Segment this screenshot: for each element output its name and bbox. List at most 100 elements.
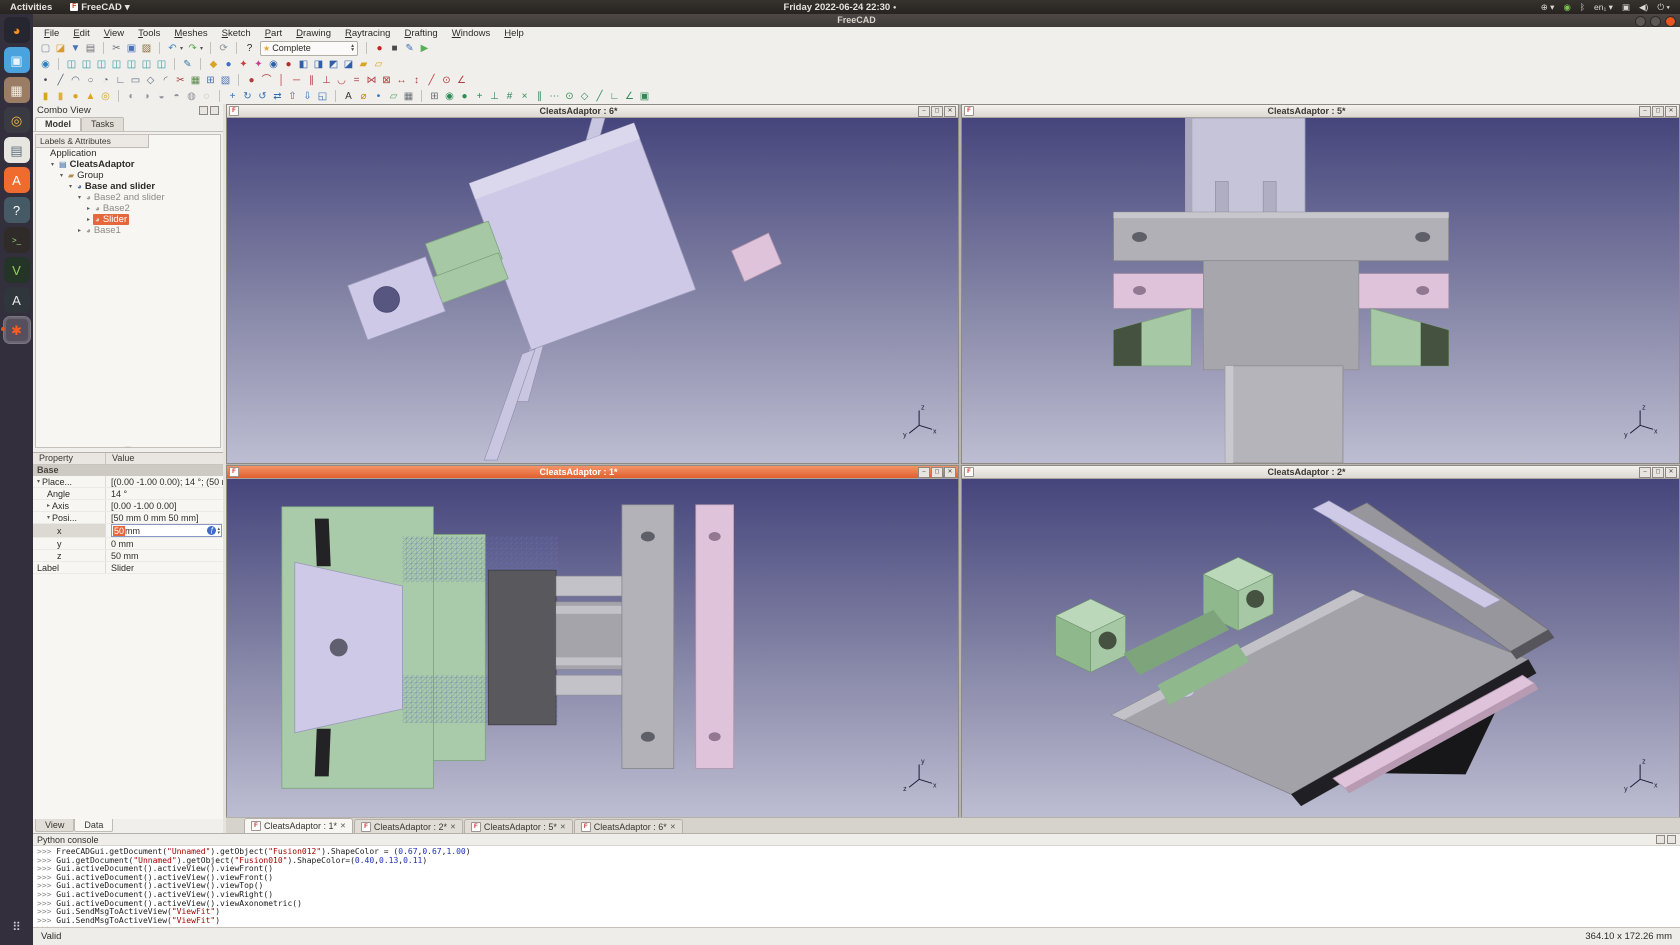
window-close-button[interactable]: [1665, 16, 1676, 27]
edit-undo-button[interactable]: ↶: [166, 42, 179, 55]
view-refresh-button[interactable]: ⟳: [217, 42, 230, 55]
3d-view-top[interactable]: yxz: [227, 479, 958, 817]
tree-item-base2-and-slider[interactable]: ▾◕Base2 and slider: [36, 192, 220, 203]
macro-execute-button[interactable]: ▶: [418, 42, 431, 55]
property-row-place[interactable]: ▾Place...[(0.00 -1.00 0.00); 14 °; (50 m…: [33, 476, 223, 488]
3d-view-front[interactable]: zxy: [962, 118, 1679, 463]
tree-item-group[interactable]: ▾▰Group: [36, 170, 220, 181]
sketch-trim-button[interactable]: ✂: [174, 74, 187, 87]
close-icon[interactable]: ✕: [944, 106, 956, 117]
edit-redo-dropdown[interactable]: ▾: [200, 45, 203, 52]
value-input[interactable]: 50 mmƒ▴▾: [111, 524, 222, 537]
tab-data[interactable]: Data: [74, 819, 113, 832]
close-panel-icon[interactable]: [210, 106, 219, 115]
menu-tools[interactable]: Tools: [131, 28, 167, 39]
window-maximize-button[interactable]: [1650, 16, 1661, 27]
constraint-perpendicular-button[interactable]: ⊥: [320, 74, 333, 87]
draft-rotate-button[interactable]: ↻: [241, 90, 254, 103]
sketch-line-button[interactable]: ╱: [54, 74, 67, 87]
sketch-fillet-button[interactable]: ◜: [159, 74, 172, 87]
menu-drawing[interactable]: Drawing: [289, 28, 338, 39]
draft-move-button[interactable]: +: [226, 90, 239, 103]
part-common-button[interactable]: ✦: [252, 58, 265, 71]
expression-icon[interactable]: ƒ: [207, 526, 216, 535]
snap-midpoint-button[interactable]: +: [473, 90, 486, 103]
close-icon[interactable]: ✕: [340, 822, 346, 830]
draft-scale-button[interactable]: ◱: [316, 90, 329, 103]
macro-record-button[interactable]: ●: [373, 42, 386, 55]
constraint-angle-button[interactable]: ∠: [455, 74, 468, 87]
tree-item-application[interactable]: Application: [36, 148, 220, 159]
close-icon[interactable]: ✕: [1665, 106, 1677, 117]
shape-tool-4-button[interactable]: ◓: [170, 90, 183, 103]
edit-redo-button[interactable]: ↷: [186, 42, 199, 55]
sketch-arc-button[interactable]: ◠: [69, 74, 82, 87]
activities-button[interactable]: Activities: [0, 2, 62, 13]
draft-text-button[interactable]: A: [342, 90, 355, 103]
float-panel-icon[interactable]: [199, 106, 208, 115]
draft-point-button[interactable]: •: [372, 90, 385, 103]
snap-ortho-button[interactable]: ∟: [608, 90, 621, 103]
menu-raytracing[interactable]: Raytracing: [338, 28, 397, 39]
tab-model[interactable]: Model: [35, 117, 81, 131]
expander-icon[interactable]: ▸: [84, 205, 93, 212]
shape-tool-5-button[interactable]: ◍: [185, 90, 198, 103]
menu-part[interactable]: Part: [258, 28, 289, 39]
view-rear-button[interactable]: ◫: [125, 58, 138, 71]
sketch-conic-button[interactable]: ◔: [99, 74, 112, 87]
menu-file[interactable]: File: [37, 28, 66, 39]
expander-icon[interactable]: ▾: [48, 161, 57, 168]
property-row-x[interactable]: x50 mmƒ▴▾: [33, 524, 223, 538]
spin-down-icon[interactable]: ▾: [217, 531, 220, 535]
part-union-button[interactable]: ●: [222, 58, 235, 71]
snap-special-button[interactable]: ◇: [578, 90, 591, 103]
constraint-v-distance-button[interactable]: ↕: [410, 74, 423, 87]
minimize-icon[interactable]: –: [1639, 106, 1651, 117]
primitive-sphere-button[interactable]: ●: [69, 90, 82, 103]
3d-view-axonometric[interactable]: zxy: [962, 479, 1679, 817]
file-open-button[interactable]: ◪: [54, 42, 67, 55]
snap-grid-button[interactable]: #: [503, 90, 516, 103]
bluetooth-icon[interactable]: ᛒ: [1580, 2, 1585, 12]
constraint-symmetric-button[interactable]: ⋈: [365, 74, 378, 87]
expander-icon[interactable]: ▾: [37, 478, 40, 485]
macro-stop-button[interactable]: ■: [388, 42, 401, 55]
draft-dimension-button[interactable]: ⌀: [357, 90, 370, 103]
file-new-button[interactable]: ▢: [39, 42, 52, 55]
float-panel-icon[interactable]: [1656, 835, 1665, 844]
viewport-titlebar[interactable]: F CleatsAdaptor : 5* – ◻ ✕: [962, 105, 1679, 118]
shape-tool-1-button[interactable]: ◐: [125, 90, 138, 103]
property-column-label[interactable]: Property: [33, 453, 105, 464]
draft-facebinder-button[interactable]: ▱: [387, 90, 400, 103]
part-extrude-button[interactable]: ◉: [267, 58, 280, 71]
expander-icon[interactable]: ▾: [57, 172, 66, 179]
sketch-circle-button[interactable]: ○: [84, 74, 97, 87]
constraint-point-on-object-button[interactable]: ⌒: [260, 74, 273, 87]
mdi-tab-2[interactable]: FCleatsAdaptor : 2*✕: [354, 819, 463, 833]
mdi-tab-1[interactable]: FCleatsAdaptor : 1*✕: [244, 818, 353, 833]
maximize-icon[interactable]: ◻: [1652, 467, 1664, 478]
sketch-polyline-button[interactable]: ∟: [114, 74, 127, 87]
tree-item-base2[interactable]: ▸◕Base2: [36, 203, 220, 214]
measure-linear-button[interactable]: ✎: [181, 58, 194, 71]
constraint-h-distance-button[interactable]: ↔: [395, 74, 408, 87]
primitive-box-button[interactable]: ▮: [39, 90, 52, 103]
draft-upgrade-button[interactable]: ⇧: [286, 90, 299, 103]
snap-extension-button[interactable]: ⋯: [548, 90, 561, 103]
clock[interactable]: Friday 2022-06-24 22:30 ●: [0, 2, 1680, 13]
constraint-distance-button[interactable]: ╱: [425, 74, 438, 87]
app-menu[interactable]: F FreeCAD ▾: [62, 2, 137, 13]
primitive-torus-button[interactable]: ◎: [99, 90, 112, 103]
primitive-cylinder-button[interactable]: ▮: [54, 90, 67, 103]
menu-windows[interactable]: Windows: [445, 28, 498, 39]
menu-help[interactable]: Help: [497, 28, 531, 39]
part-mirror-button[interactable]: ◧: [297, 58, 310, 71]
minimize-icon[interactable]: –: [918, 106, 930, 117]
mdi-tab-5[interactable]: FCleatsAdaptor : 5*✕: [464, 819, 573, 833]
shield-icon[interactable]: ◉: [1563, 2, 1570, 13]
network-icon[interactable]: ▣: [1622, 2, 1630, 13]
menu-drafting[interactable]: Drafting: [397, 28, 444, 39]
expander-icon[interactable]: ▸: [75, 227, 84, 234]
firefox-dock-item[interactable]: ◕: [4, 17, 30, 43]
part-fillet-button[interactable]: ◨: [312, 58, 325, 71]
